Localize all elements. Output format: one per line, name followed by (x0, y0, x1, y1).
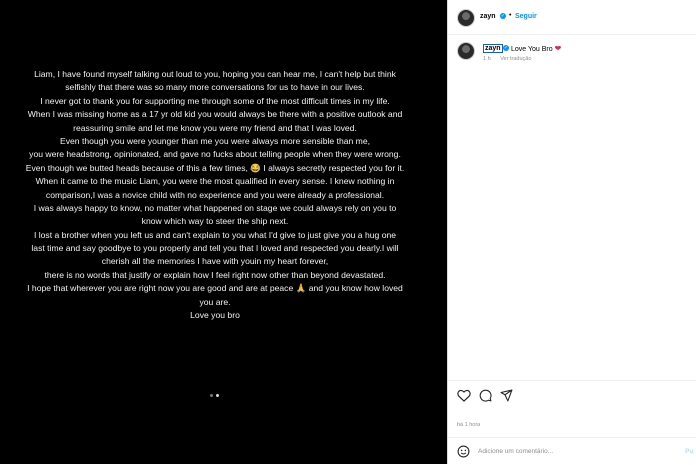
verified-icon: ✓ (500, 13, 506, 19)
publish-button[interactable]: Pu (685, 448, 693, 455)
letter-line: I hope that wherever you are right now y… (27, 283, 403, 294)
comment-input[interactable]: Adicione um comentário... (478, 448, 553, 455)
letter-line: Even though you were younger than me you… (59, 135, 371, 146)
letter-line: When I was missing home as a 17 yr old k… (27, 109, 403, 120)
comment-icon[interactable] (479, 389, 492, 402)
comment-meta: 1 h Ver tradução (483, 56, 539, 62)
letter-line: I was always happy to know, no matter wh… (33, 202, 397, 213)
share-icon[interactable] (500, 389, 513, 402)
caption-text: Love You Bro ❤ (511, 44, 561, 53)
letter-line: Liam, I have found myself talking out lo… (34, 69, 396, 79)
letter-line: Even though we butted heads because of t… (25, 162, 405, 173)
letter-line: cherish all the memories I have with you… (101, 256, 329, 267)
letter-line: I lost a brother when you left us and ca… (33, 229, 397, 240)
carousel-dot-active[interactable] (216, 394, 219, 397)
post-image[interactable]: Liam, I have found myself talking out lo… (0, 0, 447, 464)
letter-line: you are. (199, 296, 231, 307)
verified-icon: ✓ (503, 45, 509, 51)
letter-line: reassuring smile and let me know you wer… (73, 122, 357, 133)
avatar[interactable] (457, 42, 475, 60)
add-comment-bar: Adicione um comentário... Pu (448, 437, 696, 465)
caption-body: Love You Bro (511, 46, 553, 53)
letter-line: there is no words that justify or explai… (44, 269, 386, 280)
comment-time: 1 h (483, 56, 491, 62)
letter-line: selfishly that there was so many more co… (65, 82, 365, 93)
letter-text: Liam, I have found myself talking out lo… (0, 68, 447, 322)
carousel-dot[interactable] (210, 394, 213, 397)
heart-icon[interactable] (457, 389, 471, 402)
translate-link[interactable]: Ver tradução (500, 56, 531, 62)
letter-line: I never got to thank you for supporting … (40, 95, 390, 106)
post-sidebar: zayn ✓ • Seguir zayn ✓ Love You Bro ❤ 1 … (447, 0, 696, 464)
letter-line: you were headstrong, opinionated, and ga… (29, 149, 401, 160)
follow-button[interactable]: Seguir (515, 13, 537, 20)
separator: • (509, 12, 512, 19)
action-bar (448, 380, 696, 411)
post-header: zayn ✓ • Seguir (448, 0, 696, 35)
header-username[interactable]: zayn (480, 13, 496, 20)
comment-username[interactable]: zayn (483, 44, 503, 53)
post-time: há 1 hora (457, 422, 481, 428)
letter-line: last time and say goodbye to you properl… (31, 243, 399, 254)
letter-line: know which way to steer the ship next. (141, 216, 289, 227)
emoji-icon[interactable] (457, 445, 470, 458)
avatar[interactable] (457, 9, 475, 27)
letter-line: Love you bro (190, 310, 240, 321)
letter-line: comparison,I was a novice child with no … (45, 189, 385, 200)
carousel-dots (210, 394, 219, 397)
heart-emoji: ❤ (554, 44, 562, 53)
letter-line: When it came to the music Liam, you were… (35, 176, 395, 187)
